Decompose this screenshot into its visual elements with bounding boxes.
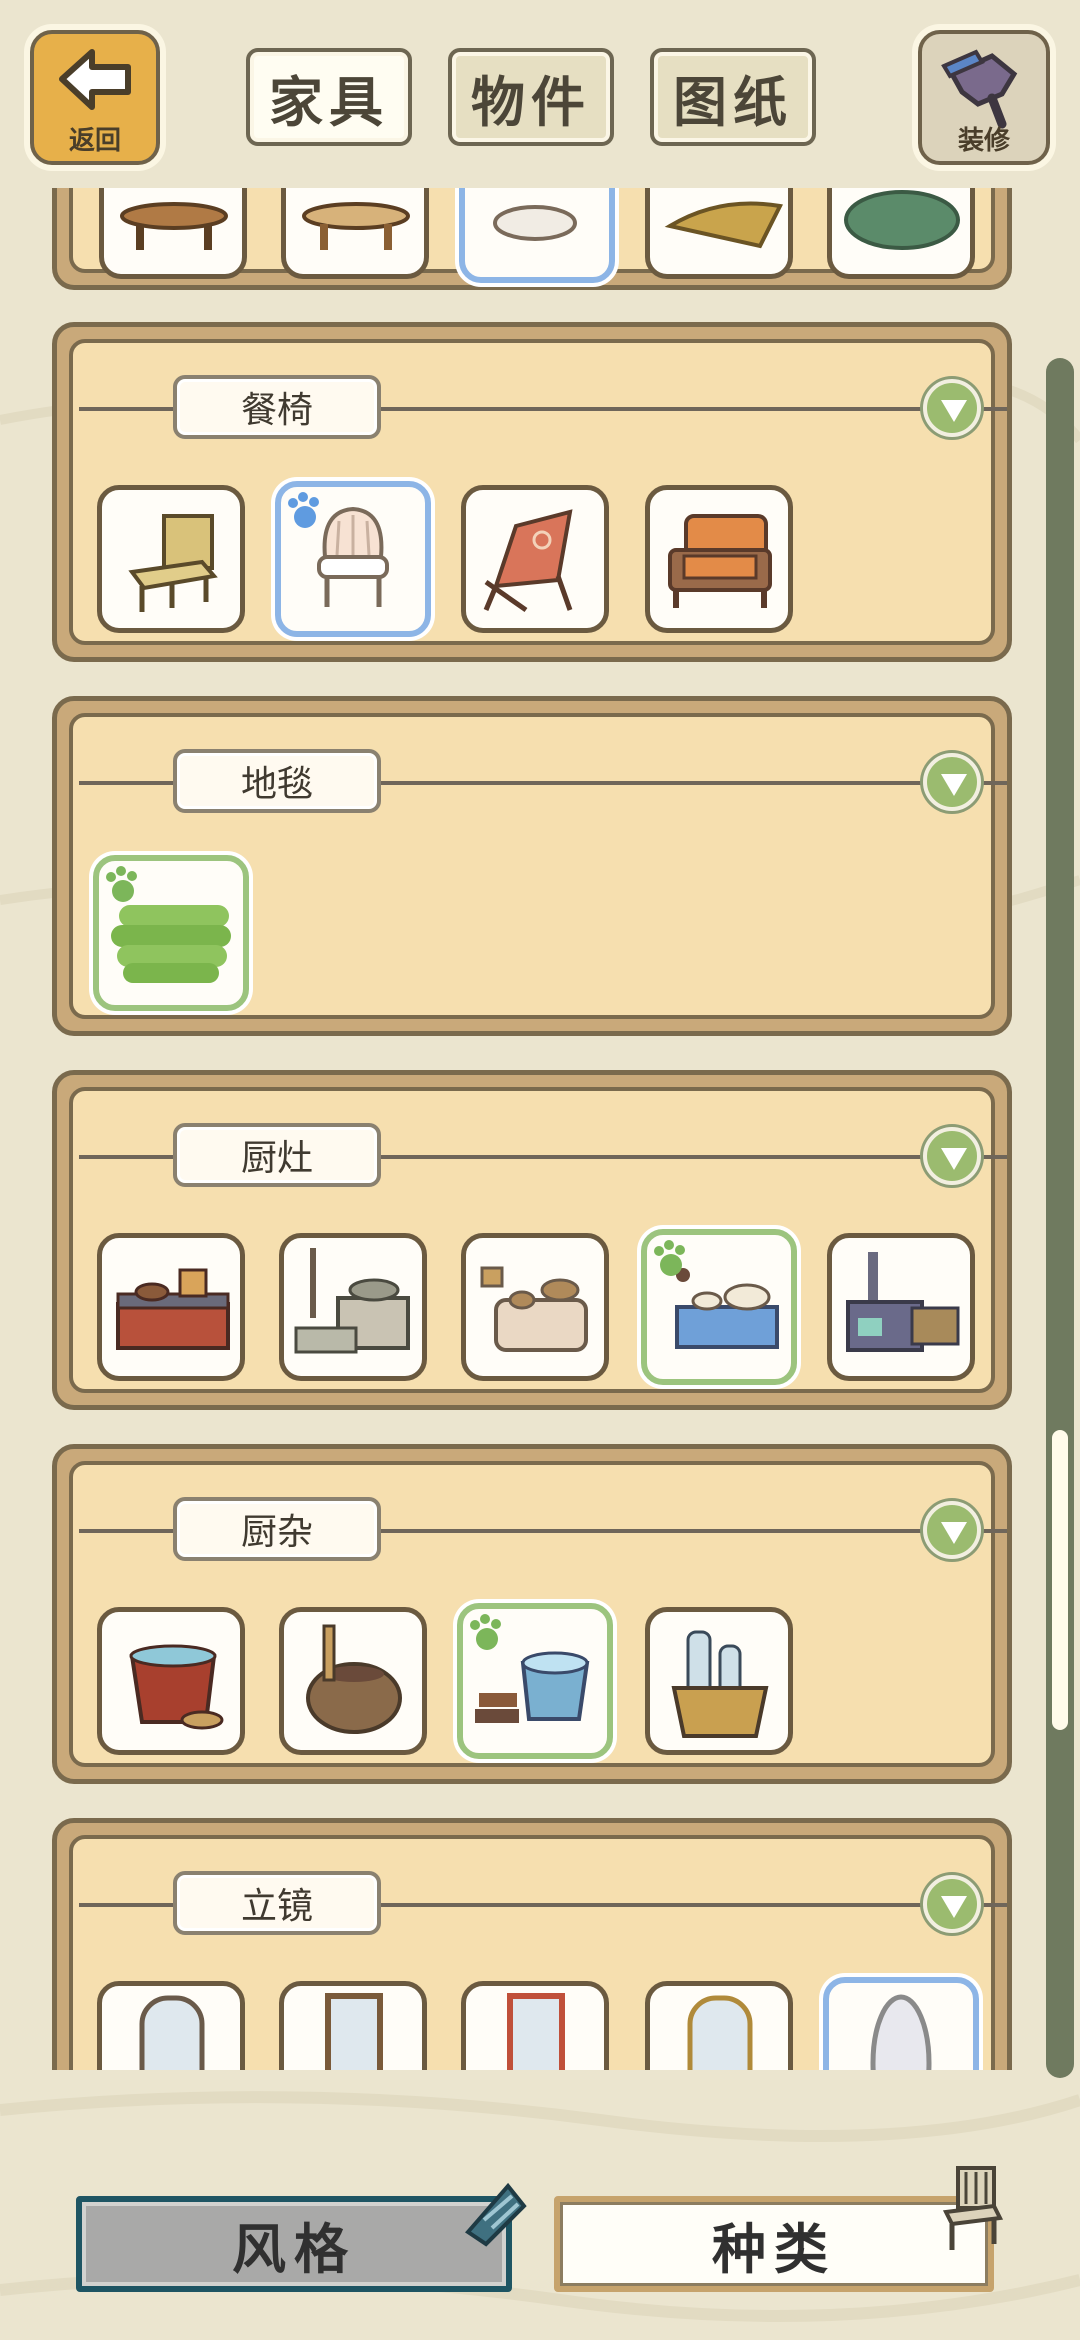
chair-icon bbox=[942, 2166, 1004, 2250]
bottle-cooler-icon bbox=[671, 1630, 769, 1738]
item-green-table[interactable] bbox=[827, 188, 975, 279]
scrollbar-track[interactable] bbox=[1046, 358, 1074, 2078]
table-icon bbox=[302, 202, 410, 250]
repair-button[interactable]: 装修 bbox=[918, 30, 1050, 165]
brick-stove-icon bbox=[116, 1268, 230, 1350]
paw-blue-icon bbox=[288, 492, 319, 528]
category-panel-rugs: 地毯 bbox=[52, 696, 1012, 1036]
item-leaf-table[interactable] bbox=[645, 188, 793, 279]
back-arrow-icon bbox=[59, 49, 131, 110]
item-wood-mirror-2[interactable] bbox=[279, 1981, 427, 2070]
item-orange-armchair[interactable] bbox=[645, 485, 793, 633]
paw-green-icon bbox=[654, 1240, 685, 1276]
item-gold-mirror[interactable] bbox=[645, 1981, 793, 2070]
category-title: 餐椅 bbox=[173, 375, 381, 439]
item-bottle-cooler[interactable] bbox=[645, 1607, 793, 1755]
category-title: 立镜 bbox=[173, 1871, 381, 1935]
collapse-toggle-icon[interactable] bbox=[923, 379, 981, 437]
collapse-toggle-icon[interactable] bbox=[923, 1875, 981, 1933]
tab-furniture[interactable]: 家具 bbox=[246, 48, 412, 146]
item-clay-jar[interactable] bbox=[279, 1607, 427, 1755]
collapse-toggle-icon[interactable] bbox=[923, 1127, 981, 1185]
tab-furniture-label: 家具 bbox=[269, 70, 389, 134]
item-clay-oven[interactable] bbox=[461, 1233, 609, 1381]
bottom-bar: 风格 种类 bbox=[0, 2070, 1080, 2340]
deck-chair-icon bbox=[483, 509, 573, 613]
type-label: 种类 bbox=[712, 2217, 836, 2281]
tab-blueprints[interactable]: 图纸 bbox=[650, 48, 816, 146]
style-button[interactable]: 风格 bbox=[76, 2196, 512, 2292]
category-panel-stoves: 厨灶 bbox=[52, 1070, 1012, 1410]
item-iron-wood-stove[interactable] bbox=[827, 1233, 975, 1381]
back-label: 返回 bbox=[68, 126, 121, 156]
armchair-icon bbox=[668, 514, 772, 608]
category-title: 厨杂 bbox=[173, 1497, 381, 1561]
green-table-icon bbox=[844, 190, 960, 250]
paw-green-icon bbox=[470, 1614, 501, 1650]
red-pot-icon bbox=[129, 1644, 224, 1730]
scrollbar-thumb[interactable] bbox=[1052, 1430, 1068, 1730]
shell-icon bbox=[464, 2182, 527, 2247]
paint-brush-icon bbox=[941, 49, 1018, 129]
stone-stove-icon bbox=[294, 1248, 410, 1354]
category-panel-kitchen-misc: 厨杂 bbox=[52, 1444, 1012, 1784]
mirror-icon bbox=[139, 1995, 205, 2070]
item-wash-tub[interactable] bbox=[457, 1603, 613, 1759]
item-blue-kitchen-counter[interactable] bbox=[641, 1229, 797, 1385]
clay-oven-icon bbox=[480, 1266, 588, 1352]
item-shell-table[interactable] bbox=[459, 188, 615, 283]
item-deck-chair[interactable] bbox=[461, 485, 609, 633]
category-panel-tables bbox=[52, 188, 1012, 290]
mirror-icon bbox=[507, 1993, 565, 2070]
item-brick-stove[interactable] bbox=[97, 1233, 245, 1381]
category-title: 厨灶 bbox=[173, 1123, 381, 1187]
back-button[interactable]: 返回 bbox=[30, 30, 160, 165]
item-stone-sink-stove[interactable] bbox=[279, 1233, 427, 1381]
style-label: 风格 bbox=[232, 2217, 356, 2281]
mirror-icon bbox=[325, 1993, 383, 2070]
item-bamboo-chair[interactable] bbox=[97, 485, 245, 633]
tab-objects[interactable]: 物件 bbox=[448, 48, 614, 146]
tab-objects-label: 物件 bbox=[471, 70, 591, 134]
table-icon bbox=[120, 202, 228, 250]
item-table-1[interactable] bbox=[99, 188, 247, 279]
mirror-icon bbox=[687, 1995, 753, 2070]
shell-table-icon bbox=[493, 205, 577, 241]
item-table-2[interactable] bbox=[281, 188, 429, 279]
bamboo-chair-icon bbox=[128, 514, 218, 612]
category-panel-standing-mirrors: 立镜 bbox=[52, 1818, 1012, 2070]
item-shell-chair[interactable] bbox=[275, 481, 431, 637]
top-bar: 返回 家具 物件 图纸 装修 bbox=[0, 0, 1080, 190]
item-wood-mirror-1[interactable] bbox=[97, 1981, 245, 2070]
item-red-pot[interactable] bbox=[97, 1607, 245, 1755]
repair-label: 装修 bbox=[957, 126, 1010, 156]
type-button[interactable]: 种类 bbox=[554, 2196, 994, 2292]
clay-jar-icon bbox=[306, 1624, 402, 1734]
collapse-toggle-icon[interactable] bbox=[923, 1501, 981, 1559]
category-panel-dining-chairs: 餐椅 bbox=[52, 322, 1012, 662]
leaf-table-icon bbox=[664, 201, 784, 249]
item-shell-mirror[interactable] bbox=[823, 1977, 979, 2070]
mirror-icon bbox=[870, 1994, 932, 2070]
collapse-toggle-icon[interactable] bbox=[923, 753, 981, 811]
furniture-list[interactable]: 餐椅 地毯 厨灶 厨杂 立镜 bbox=[0, 188, 1080, 2070]
paw-green-icon bbox=[106, 866, 137, 902]
item-green-rolled-rug[interactable] bbox=[93, 855, 249, 1011]
category-title: 地毯 bbox=[173, 749, 381, 813]
iron-stove-icon bbox=[846, 1252, 960, 1352]
tab-blueprints-label: 图纸 bbox=[673, 70, 793, 134]
item-red-mirror[interactable] bbox=[461, 1981, 609, 2070]
